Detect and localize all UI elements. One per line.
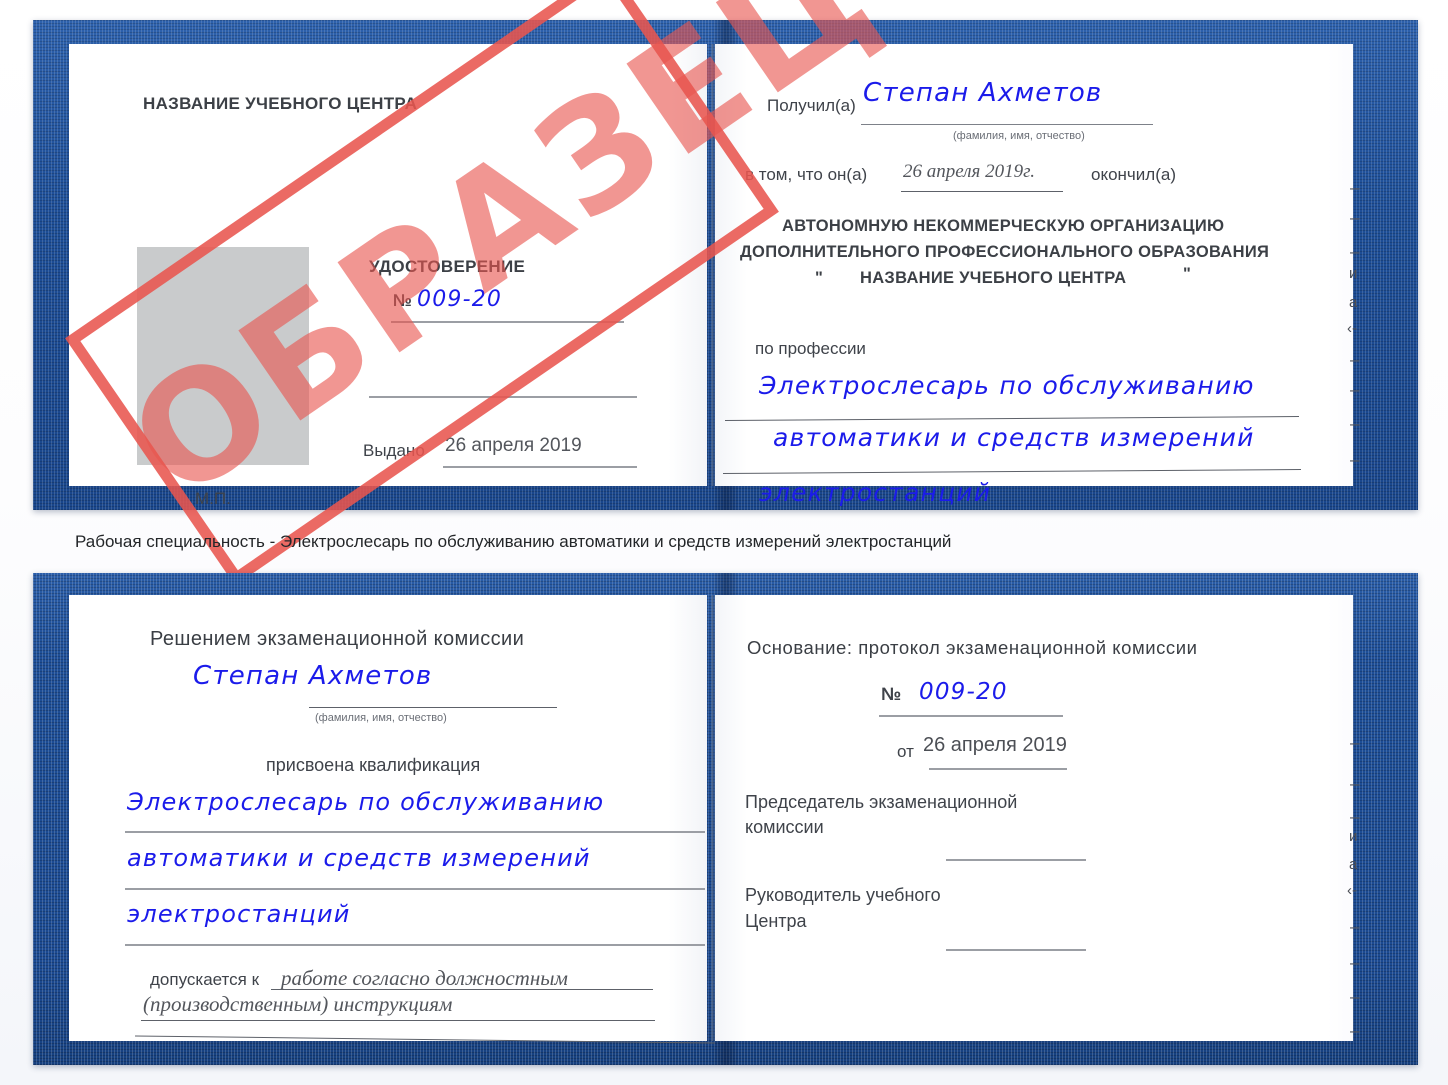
edge-fragment-b0: – [1350,733,1360,752]
protocol-date-value: 26 апреля 2019 [923,734,1067,756]
edge-fragment-b7: – [1350,953,1360,972]
certificate-number-rule [391,321,624,323]
edge-fragment-b8: – [1350,987,1360,1006]
organization-line-3: НАЗВАНИЕ УЧЕБНОГО ЦЕНТРА [860,269,1127,287]
admitted-rule-2 [141,1020,655,1021]
certificate-bottom: Решением экзаменационной комиссии Степан… [33,573,1418,1065]
edge-fragment-0: – [1350,178,1360,197]
protocol-number-label: № [881,684,902,704]
issued-label: Выдано [363,441,425,460]
profession-rule-2 [723,468,1301,475]
certificate-top: НАЗВАНИЕ УЧЕБНОГО ЦЕНТРА УДОСТОВЕРЕНИЕ №… [33,20,1418,510]
edge-fragment-b1: – [1350,774,1360,793]
qualification-line-2: автоматики и средств измерений [127,844,591,872]
profession-rule-1 [725,415,1299,422]
protocol-date-label: от [897,742,914,761]
qualification-rule-3 [125,944,705,946]
fio-hint-bottom: (фамилия, имя, отчество) [315,712,447,724]
cert-top-right-page: Получил(а) Степан Ахметов (фамилия, имя,… [715,44,1353,507]
edge-fragment-b4: а [1349,856,1358,873]
certificate-number-label: № [393,291,412,310]
head-line-1: Руководитель учебного [745,885,941,905]
chairman-line-2: комиссии [745,817,824,837]
screenshot-root: НАЗВАНИЕ УЧЕБНОГО ЦЕНТРА УДОСТОВЕРЕНИЕ №… [0,0,1448,1085]
seal-mark-label: М.П. [195,489,231,508]
commission-decision-heading: Решением экзаменационной комиссии [150,628,525,650]
profession-label: по профессии [755,339,866,358]
head-line-2: Центра [745,911,807,931]
qualification-line-1: Электрослесарь по обслуживанию [127,788,605,816]
received-name-value: Степан Ахметов [863,78,1103,108]
chairman-signature-rule [946,859,1086,861]
edge-fragment-b5: ‹- [1347,882,1357,899]
graduated-label: окончил(а) [1091,165,1176,184]
protocol-number-value: 009-20 [919,679,1008,705]
chairman-line-1: Председатель экзаменационной [745,792,1018,812]
graduation-date-rule [901,191,1063,192]
edge-fragment-3: и [1349,265,1358,282]
edge-fragment-1: – [1350,208,1360,227]
edge-fragment-7: – [1350,380,1360,399]
certificate-title: УДОСТОВЕРЕНИЕ [369,257,526,276]
basis-label: Основание: протокол экзаменационной коми… [747,637,1198,658]
protocol-number-rule [879,715,1063,717]
profession-line-1: Электрослесарь по обслуживанию [759,371,1255,400]
caption-text: Рабочая специальность - Электрослесарь п… [75,532,952,551]
profession-line-2: автоматики и средств измерений [773,423,1255,452]
protocol-date-rule [929,768,1067,770]
cert-bottom-left-page: Решением экзаменационной комиссии Степан… [69,595,715,1044]
issued-value: 26 апреля 2019 [445,435,582,456]
graduate-name-rule [309,707,557,708]
admitted-line-1: работе согласно должностным [281,966,568,990]
received-label: Получил(а) [767,96,856,115]
edge-fragment-b3: и [1349,828,1358,845]
graduate-name-value: Степан Ахметов [193,661,433,691]
admitted-rule-1 [271,989,653,990]
admitted-label: допускается к [150,970,260,989]
that-he-label: в том, что он(а) [745,165,868,184]
admitted-line-2: (производственным) инструкциям [143,992,453,1016]
edge-fragment-b9: – [1350,1021,1360,1040]
cert-top-fold [711,44,714,486]
cert-bottom-fold [711,595,714,1041]
edge-fragment-6: – [1350,350,1360,369]
qualification-rule-2 [125,888,705,890]
edge-fragment-b6: – [1350,917,1360,936]
qualification-rule-1 [125,831,705,833]
fio-hint-top: (фамилия, имя, отчество) [953,130,1085,142]
edge-fragment-2: – [1350,242,1360,261]
edge-fragment-5: ‹- [1347,320,1357,337]
issued-rule [443,466,637,468]
head-signature-rule [946,949,1086,951]
qualification-line-3: электростанций [127,900,351,928]
certificate-number-value: 009-20 [417,287,503,312]
received-rule [861,124,1153,125]
profession-line-3: электростанций [759,478,992,507]
organization-line-2: ДОПОЛНИТЕЛЬНОГО ПРОФЕССИОНАЛЬНОГО ОБРАЗО… [740,243,1270,261]
edge-fragment-8: – [1350,414,1360,433]
qualification-label: присвоена квалификация [266,755,481,775]
organization-quote-close: " [1183,265,1192,283]
photo-placeholder [137,247,309,465]
edge-fragment-b2: – [1350,807,1360,826]
cert-top-left-page: НАЗВАНИЕ УЧЕБНОГО ЦЕНТРА УДОСТОВЕРЕНИЕ №… [69,44,707,508]
edge-fragment-4: а [1349,294,1358,311]
organization-line-1: АВТОНОМНУЮ НЕКОММЕРЧЕСКУЮ ОРГАНИЗАЦИЮ [782,217,1225,235]
organization-quote-open: " [815,269,824,287]
cert-top-blank-rule [369,396,637,398]
graduation-date-value: 26 апреля 2019г. [903,161,1035,182]
cert-bottom-right-page: Основание: протокол экзаменационной коми… [715,595,1353,1041]
training-center-name-top: НАЗВАНИЕ УЧЕБНОГО ЦЕНТРА [143,94,418,113]
edge-fragment-9: – [1350,450,1360,469]
